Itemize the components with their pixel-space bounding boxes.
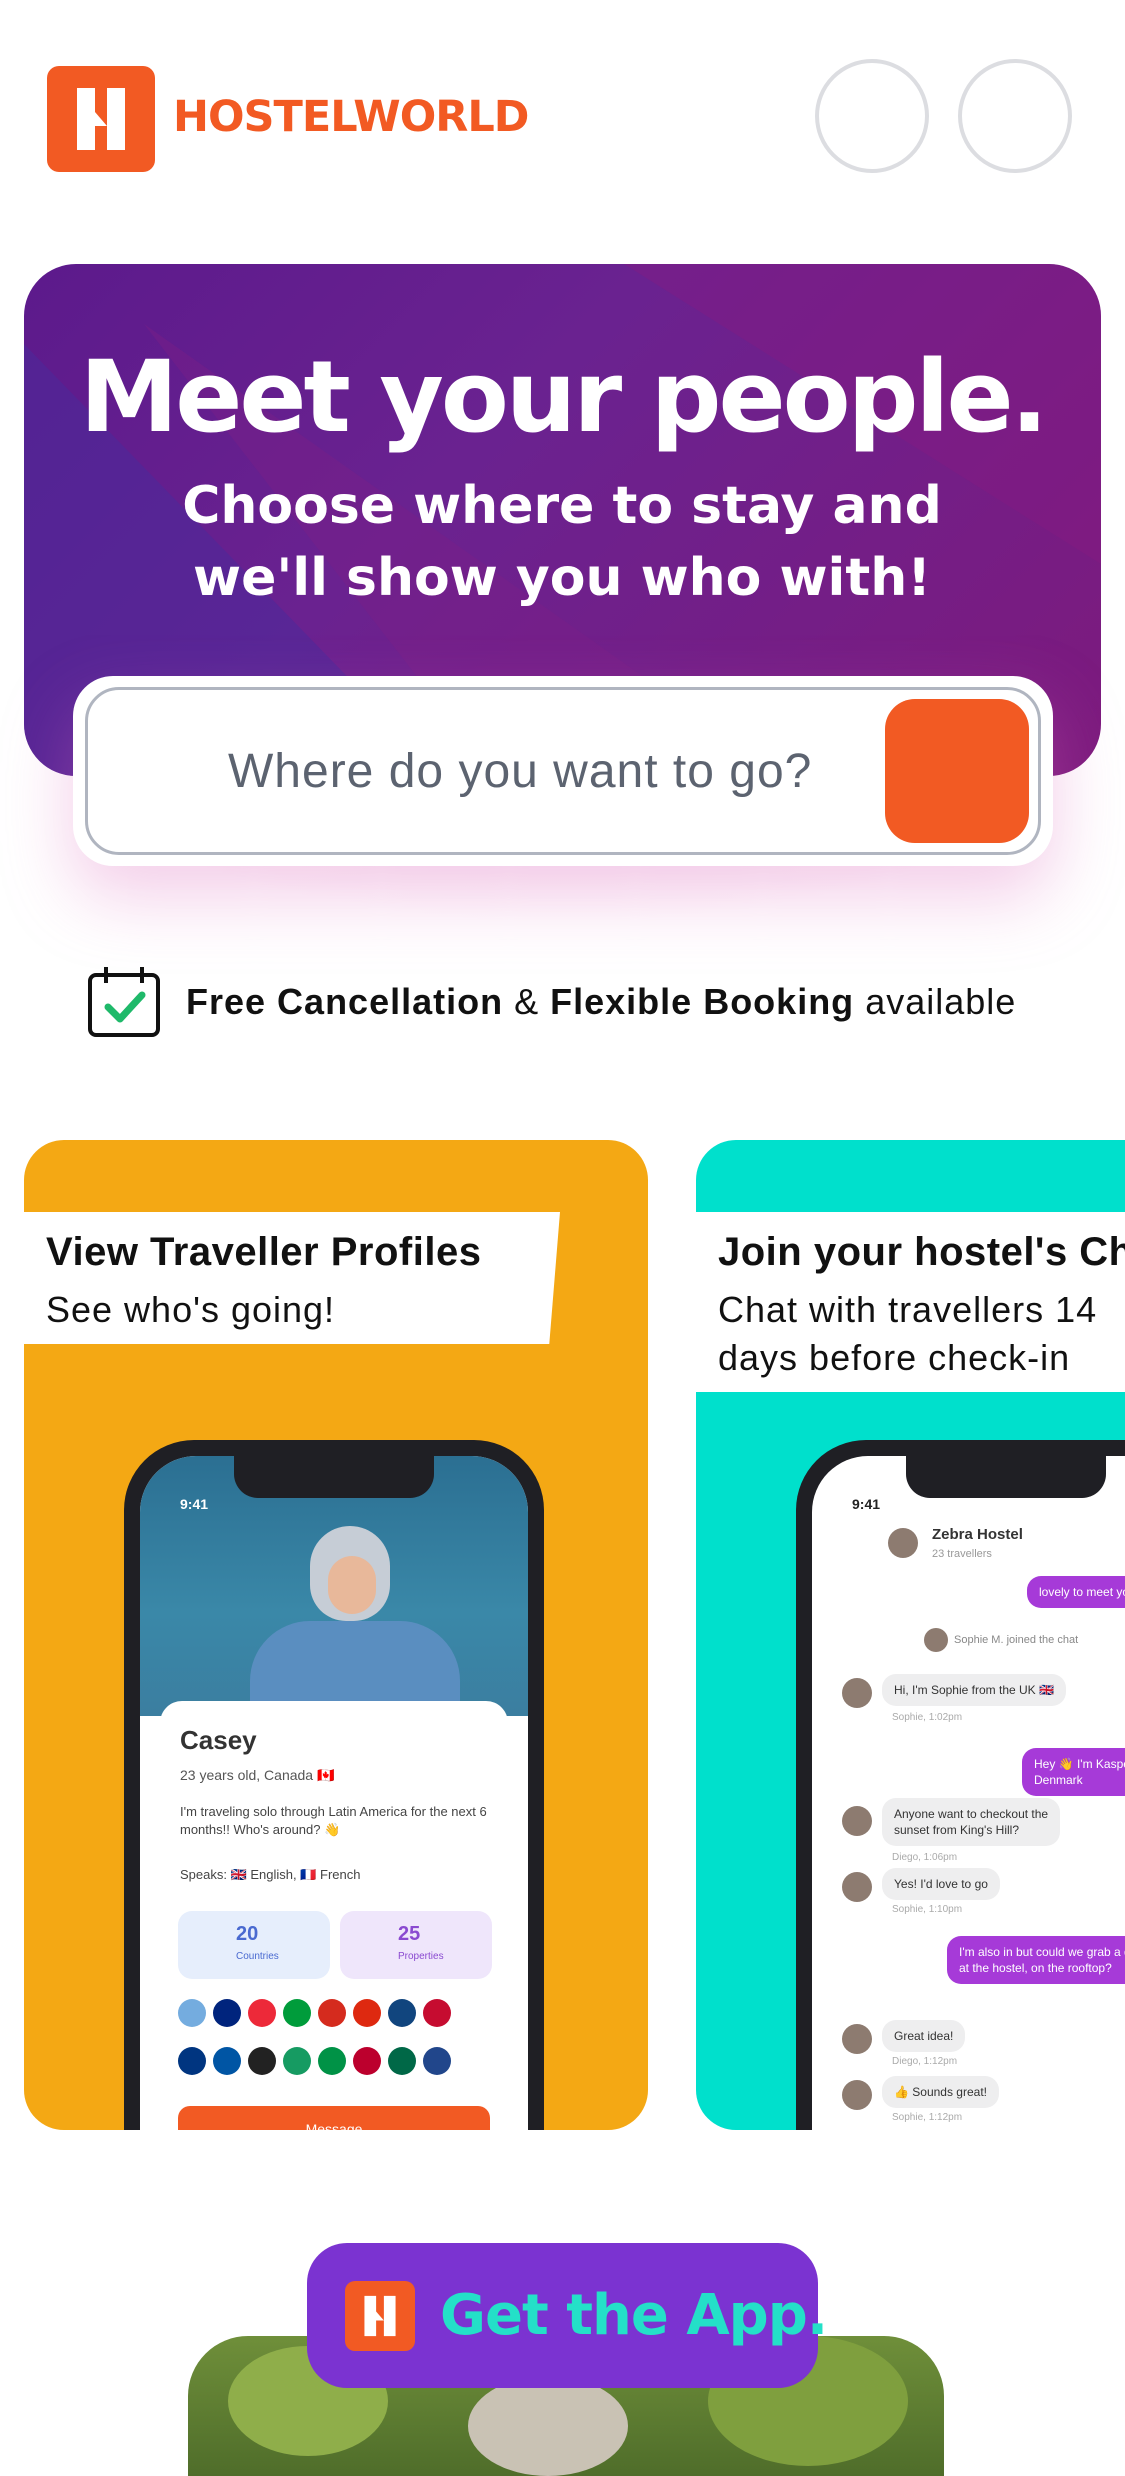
- message-meta: Diego, 1:12pm: [892, 2056, 958, 2067]
- search-placeholder[interactable]: Where do you want to go?: [228, 744, 812, 799]
- stat-label: Properties: [398, 1951, 444, 1962]
- get-app-label: Get the App.: [440, 2283, 828, 2348]
- get-app-button[interactable]: Get the App.: [307, 2243, 828, 2388]
- hero-title: Meet your people.: [79, 340, 1049, 455]
- phone-notch: [906, 1456, 1106, 1498]
- flag-icon: [353, 2047, 381, 2075]
- status-time: 9:41: [180, 1496, 209, 1512]
- feature-card-profiles[interactable]: View Traveller Profiles See who's going!…: [24, 1140, 648, 2130]
- user-avatar: [842, 1678, 872, 1708]
- cancellation-text: Free Cancellation & Flexible Booking ava…: [186, 981, 1017, 1022]
- flag-icon: [248, 2047, 276, 2075]
- chat-message: Hi, I'm Sophie from the UK 🇬🇧: [882, 1674, 1066, 1706]
- card-title: View Traveller Profiles: [46, 1230, 482, 1274]
- hero-subtitle: Choose where to stay and we'll show you …: [182, 476, 942, 608]
- cancellation-info: Free Cancellation & Flexible Booking ava…: [86, 963, 1086, 1039]
- chat-message: Hey 👋 I'm Kasper from Denmark: [1022, 1748, 1125, 1796]
- hostelworld-logo-icon[interactable]: [47, 66, 155, 172]
- flag-icon: [248, 1999, 276, 2027]
- flag-icon: [283, 2047, 311, 2075]
- building: [468, 2376, 628, 2476]
- stat-value: 20: [236, 1923, 259, 1945]
- stat-label: Countries: [236, 1951, 279, 1962]
- flag-icon: [178, 2047, 206, 2075]
- flag-icon: [213, 2047, 241, 2075]
- card-subtitle: Chat with travellers 14 days before chec…: [718, 1289, 1098, 1378]
- stat-countries: 20 Countries: [178, 1911, 330, 1979]
- search-button[interactable]: [885, 699, 1029, 843]
- calendar-check-icon: [88, 967, 160, 1037]
- card-title: Join your hostel's Chat: [718, 1230, 1125, 1274]
- user-avatar: [842, 2024, 872, 2054]
- flag-icon: [388, 2047, 416, 2075]
- status-time: 9:41: [852, 1496, 881, 1512]
- flag-icon: [353, 1999, 381, 2027]
- chat-message: 👍 Sounds great!: [882, 2076, 999, 2108]
- chat-message: Great idea!: [882, 2020, 966, 2052]
- hostel-avatar: [888, 1528, 918, 1558]
- system-message: Sophie M. joined the chat: [954, 1634, 1079, 1646]
- user-avatar: [842, 1806, 872, 1836]
- hostelworld-app-icon: [345, 2281, 415, 2351]
- message-meta: Diego, 1:06pm: [892, 1852, 958, 1863]
- message-meta: Sophie, 1:10pm: [892, 1904, 963, 1915]
- user-avatar: [924, 1628, 948, 1652]
- flag-icon: [213, 1999, 241, 2027]
- phone-mockup: 9:41 Zebra Hostel 23 travellers lovely t…: [796, 1440, 1125, 2130]
- flag-icon: [423, 2047, 451, 2075]
- phone-screen: 9:41 Zebra Hostel 23 travellers lovely t…: [812, 1456, 1125, 2130]
- flag-icon: [178, 1999, 206, 2027]
- flag-row: [178, 2047, 508, 2077]
- phone-screen: 9:41 Casey 23 years old, Canada 🇨🇦 I'm t…: [140, 1456, 528, 2130]
- flag-icon: [423, 1999, 451, 2027]
- chat-message: Yes! I'd love to go: [882, 1868, 1000, 1900]
- flag-icon: [318, 1999, 346, 2027]
- chat-message: I'm also in but could we grab a drink at…: [947, 1936, 1125, 1984]
- user-avatar: [842, 2080, 872, 2110]
- hostel-travellers: 23 travellers: [932, 1548, 992, 1560]
- stat-properties: 25 Properties: [340, 1911, 492, 1979]
- phone-mockup: 9:41 Casey 23 years old, Canada 🇨🇦 I'm t…: [124, 1440, 544, 2130]
- feature-card-chat[interactable]: Join your hostel's Chat Chat with travel…: [696, 1140, 1125, 2130]
- logo-wordmark[interactable]: HOSTELWORLD: [173, 92, 529, 142]
- flag-icon: [283, 1999, 311, 2027]
- stat-value: 25: [398, 1923, 421, 1945]
- chat-message: Anyone want to checkout the sunset from …: [882, 1798, 1061, 1846]
- hostel-name: Zebra Hostel: [932, 1526, 1023, 1543]
- flag-icon: [318, 2047, 346, 2075]
- profile-bio: I'm traveling solo through Latin America…: [180, 1804, 487, 1837]
- card-subtitle: See who's going!: [46, 1289, 336, 1330]
- message-button[interactable]: Message: [178, 2106, 490, 2130]
- profile-card: Casey 23 years old, Canada 🇨🇦 I'm travel…: [160, 1701, 508, 2130]
- profile-meta: 23 years old, Canada 🇨🇦: [180, 1767, 335, 1783]
- profile-name: Casey: [180, 1725, 257, 1755]
- chat-message: lovely to meet you!: [1027, 1576, 1125, 1608]
- header: HOSTELWORLD: [0, 0, 1125, 240]
- message-meta: Sophie, 1:02pm: [892, 1712, 963, 1723]
- header-circle-button-1[interactable]: [815, 59, 929, 173]
- user-avatar: [842, 1872, 872, 1902]
- phone-notch: [234, 1456, 434, 1498]
- flag-row: [178, 1999, 508, 2029]
- flag-icon: [388, 1999, 416, 2027]
- person-face: [328, 1556, 376, 1614]
- header-circle-button-2[interactable]: [958, 59, 1072, 173]
- message-meta: Sophie, 1:12pm: [892, 2112, 963, 2123]
- profile-languages: Speaks: 🇬🇧 English, 🇫🇷 French: [180, 1867, 361, 1882]
